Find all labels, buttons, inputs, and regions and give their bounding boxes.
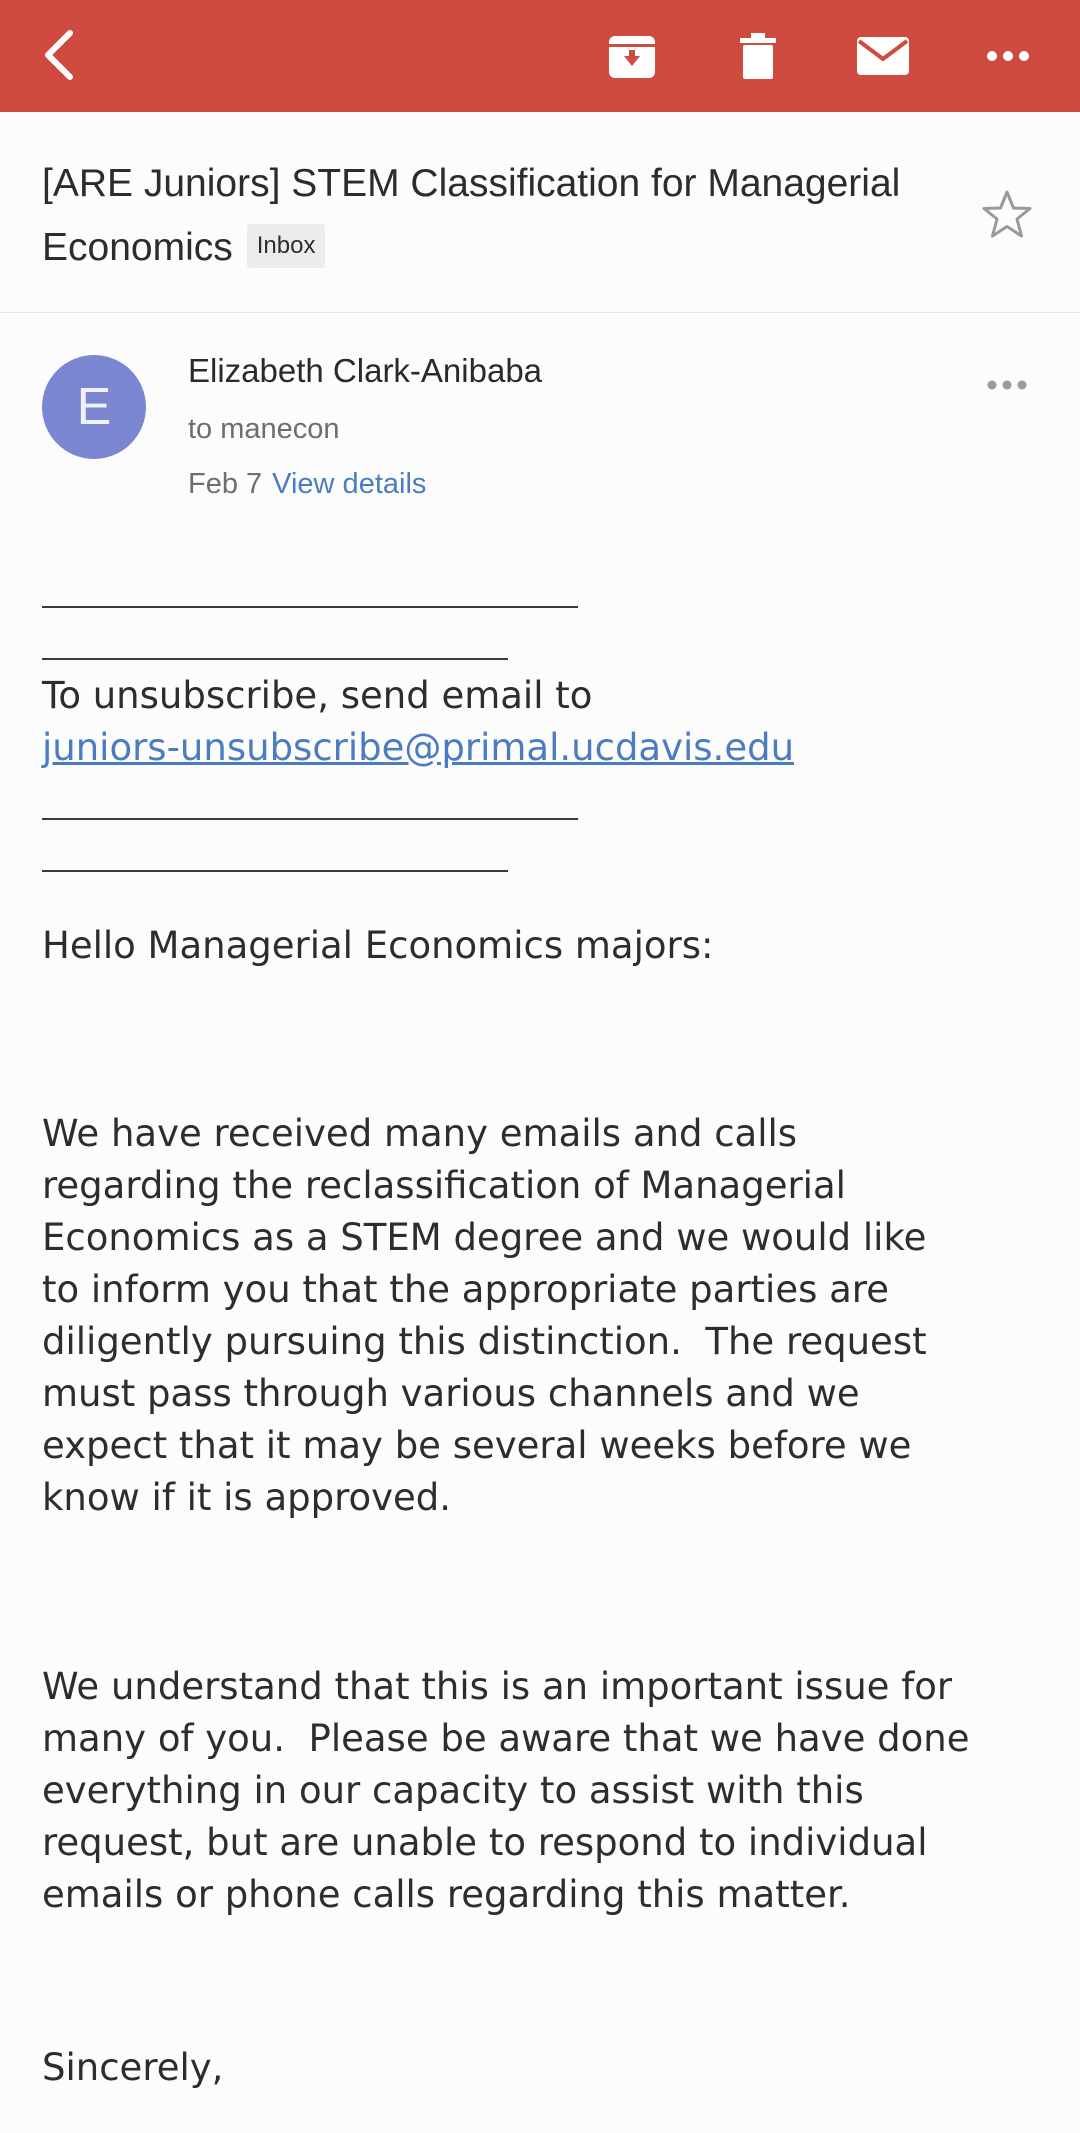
unsubscribe-link-line: juniors-unsubscribe@primal.ucdavis.edu: [42, 722, 1042, 774]
paragraph-line: expect that it may be several weeks befo…: [42, 1424, 912, 1467]
more-horizontal-icon: [987, 51, 1029, 61]
back-button[interactable]: [30, 22, 90, 88]
sender-name[interactable]: Elizabeth Clark-Anibaba: [188, 352, 542, 390]
star-icon: [982, 190, 1032, 238]
paragraph-2: We understand that this is an important …: [42, 1661, 1042, 1921]
mark-unread-button[interactable]: [848, 26, 918, 86]
more-options-button[interactable]: [978, 26, 1038, 86]
paragraph-line: emails or phone calls regarding this mat…: [42, 1873, 851, 1916]
greeting: Hello Managerial Economics majors:: [42, 924, 714, 967]
trash-icon: [740, 33, 776, 79]
paragraph-line: everything in our capacity to assist wit…: [42, 1769, 864, 1812]
paragraph-line: many of you. Please be aware that we hav…: [42, 1717, 970, 1760]
unsubscribe-link[interactable]: juniors-unsubscribe@primal.ucdavis.edu: [42, 726, 794, 769]
date-line: Feb 7 View details: [188, 468, 426, 501]
paragraph-line: know if it is approved.: [42, 1476, 452, 1519]
paragraph-line: regarding the reclassification of Manage…: [42, 1164, 846, 1207]
paragraph-line: Economics as a STEM degree and we would …: [42, 1216, 927, 1259]
divider-rule: [42, 606, 578, 608]
subject-header: [ARE Juniors] STEM Classification for Ma…: [0, 112, 1080, 313]
paragraph-line: must pass through various channels and w…: [42, 1372, 860, 1415]
chevron-left-icon: [45, 30, 73, 80]
email-subject: [ARE Juniors] STEM Classification for Ma…: [42, 152, 942, 280]
archive-icon: [609, 36, 655, 78]
paragraph-line: diligently pursuing this distinction. Th…: [42, 1320, 927, 1363]
paragraph-1: We have received many emails and calls r…: [42, 1108, 1042, 1524]
paragraph-line: to inform you that the appropriate parti…: [42, 1268, 889, 1311]
message-more-button[interactable]: [984, 370, 1030, 400]
divider-rule: [42, 658, 508, 660]
more-horizontal-icon: [987, 380, 1027, 390]
delete-button[interactable]: [726, 26, 790, 86]
top-toolbar: [0, 0, 1080, 112]
unsubscribe-text: To unsubscribe, send email to: [42, 674, 593, 717]
subject-text: [ARE Juniors] STEM Classification for Ma…: [42, 162, 901, 269]
sender-avatar[interactable]: E: [42, 355, 146, 459]
email-date: Feb 7: [188, 468, 263, 500]
divider-rule: [42, 818, 578, 820]
inbox-label-badge[interactable]: Inbox: [246, 223, 326, 268]
closing: Sincerely,: [42, 2046, 224, 2089]
view-details-link[interactable]: View details: [272, 468, 426, 500]
paragraph-line: We understand that this is an important …: [42, 1665, 953, 1708]
divider-rule: [42, 870, 508, 872]
paragraph-line: We have received many emails and calls: [42, 1112, 798, 1155]
archive-button[interactable]: [600, 26, 664, 86]
paragraph-line: request, but are unable to respond to in…: [42, 1821, 928, 1864]
recipient-line: to manecon: [188, 413, 340, 445]
star-button[interactable]: [980, 188, 1034, 242]
envelope-icon: [857, 37, 909, 75]
